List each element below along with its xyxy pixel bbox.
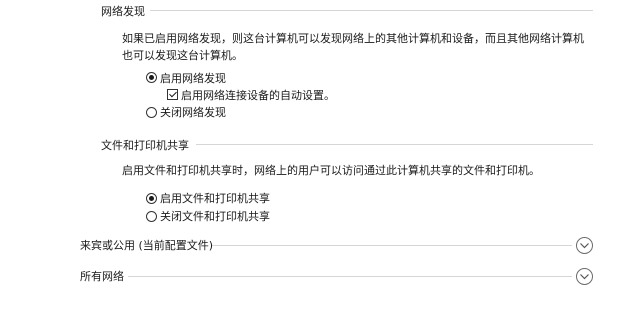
all-networks-divider [128, 276, 572, 277]
chevron-down-icon[interactable] [576, 237, 593, 254]
file-sharing-on-radio[interactable] [146, 193, 157, 204]
auto-setup-checkbox[interactable] [167, 89, 178, 100]
auto-setup-label[interactable]: 启用网络连接设备的自动设置。 [181, 87, 335, 103]
network-discovery-on-label[interactable]: 启用网络发现 [160, 70, 226, 86]
network-discovery-off-label[interactable]: 关闭网络发现 [160, 104, 226, 120]
network-discovery-divider [150, 10, 593, 11]
chevron-down-icon[interactable] [576, 268, 593, 285]
guest-public-divider [212, 245, 572, 246]
file-printer-sharing-description: 启用文件和打印机共享时，网络上的用户可以访问通过此计算机共享的文件和打印机。 [122, 164, 540, 177]
network-discovery-off-radio[interactable] [146, 107, 157, 118]
file-sharing-on-label[interactable]: 启用文件和打印机共享 [160, 190, 270, 206]
network-discovery-description: 如果已启用网络发现，则这台计算机可以发现网络上的其他计算机和设备，而且其他网络计… [122, 32, 584, 62]
file-sharing-off-label[interactable]: 关闭文件和打印机共享 [160, 208, 270, 224]
file-printer-sharing-divider [196, 144, 593, 145]
all-networks-heading[interactable]: 所有网络 [80, 268, 124, 284]
guest-public-heading[interactable]: 来宾或公用 (当前配置文件) [80, 237, 213, 253]
file-sharing-off-radio[interactable] [146, 211, 157, 222]
network-discovery-on-radio[interactable] [146, 72, 157, 83]
file-printer-sharing-heading: 文件和打印机共享 [101, 139, 189, 152]
network-discovery-heading: 网络发现 [101, 5, 145, 18]
